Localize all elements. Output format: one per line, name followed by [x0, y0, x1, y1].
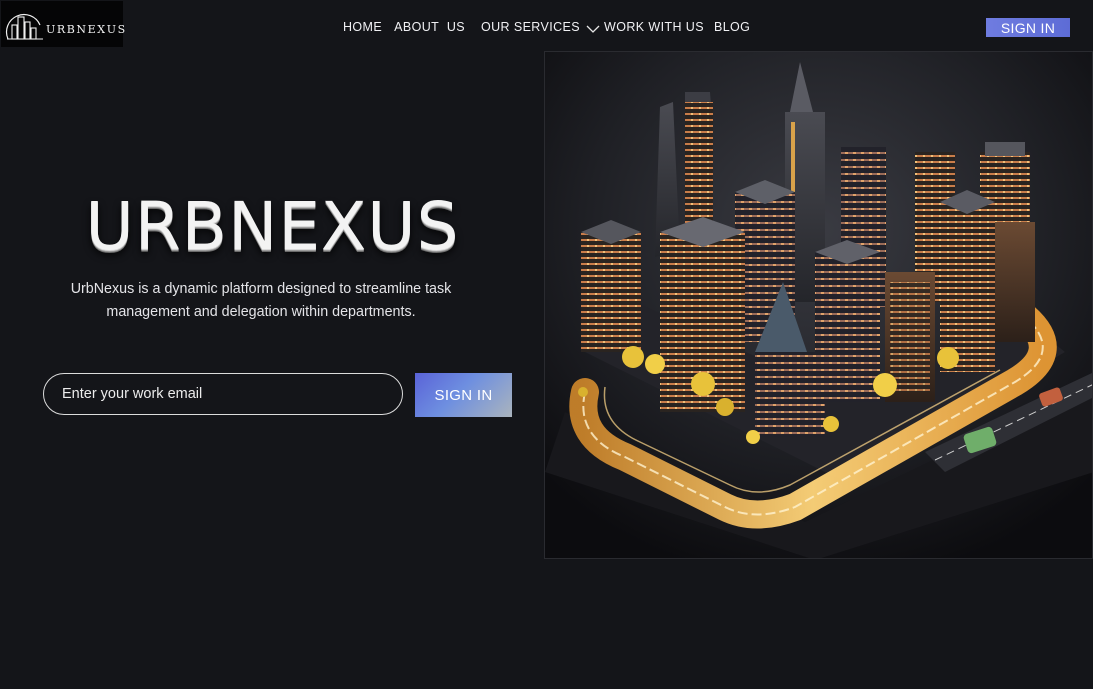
- nav-work-link[interactable]: WORK WITH US: [604, 20, 704, 34]
- nav-services-dropdown[interactable]: OUR SERVICES: [481, 20, 604, 34]
- header-signin-button[interactable]: SIGN IN: [986, 18, 1070, 37]
- isometric-city-image: [545, 52, 1092, 558]
- main-nav: HOME ABOUT US OUR SERVICES WORK WITH US …: [343, 20, 750, 34]
- nav-about-link[interactable]: ABOUT US: [394, 20, 465, 34]
- hero-signin-button[interactable]: SIGN IN: [415, 373, 512, 417]
- chevron-down-icon: [586, 25, 600, 33]
- brand-logo[interactable]: URBNEXUS: [1, 1, 125, 47]
- brand-name: URBNEXUS: [46, 23, 127, 36]
- nav-services-label: OUR SERVICES: [480, 20, 581, 34]
- hero-description: UrbNexus is a dynamic platform designed …: [70, 281, 452, 320]
- work-email-input[interactable]: [43, 373, 403, 415]
- city-skyline-icon: [5, 13, 43, 40]
- nav-home-link[interactable]: HOME: [343, 20, 382, 34]
- hero-city-illustration: [544, 51, 1093, 559]
- nav-blog-link[interactable]: BLOG: [714, 20, 750, 34]
- landing-page: URBNEXUS HOME ABOUT US OUR SERVICES WORK…: [0, 0, 1093, 689]
- hero-title: URBNEXUS: [85, 188, 460, 265]
